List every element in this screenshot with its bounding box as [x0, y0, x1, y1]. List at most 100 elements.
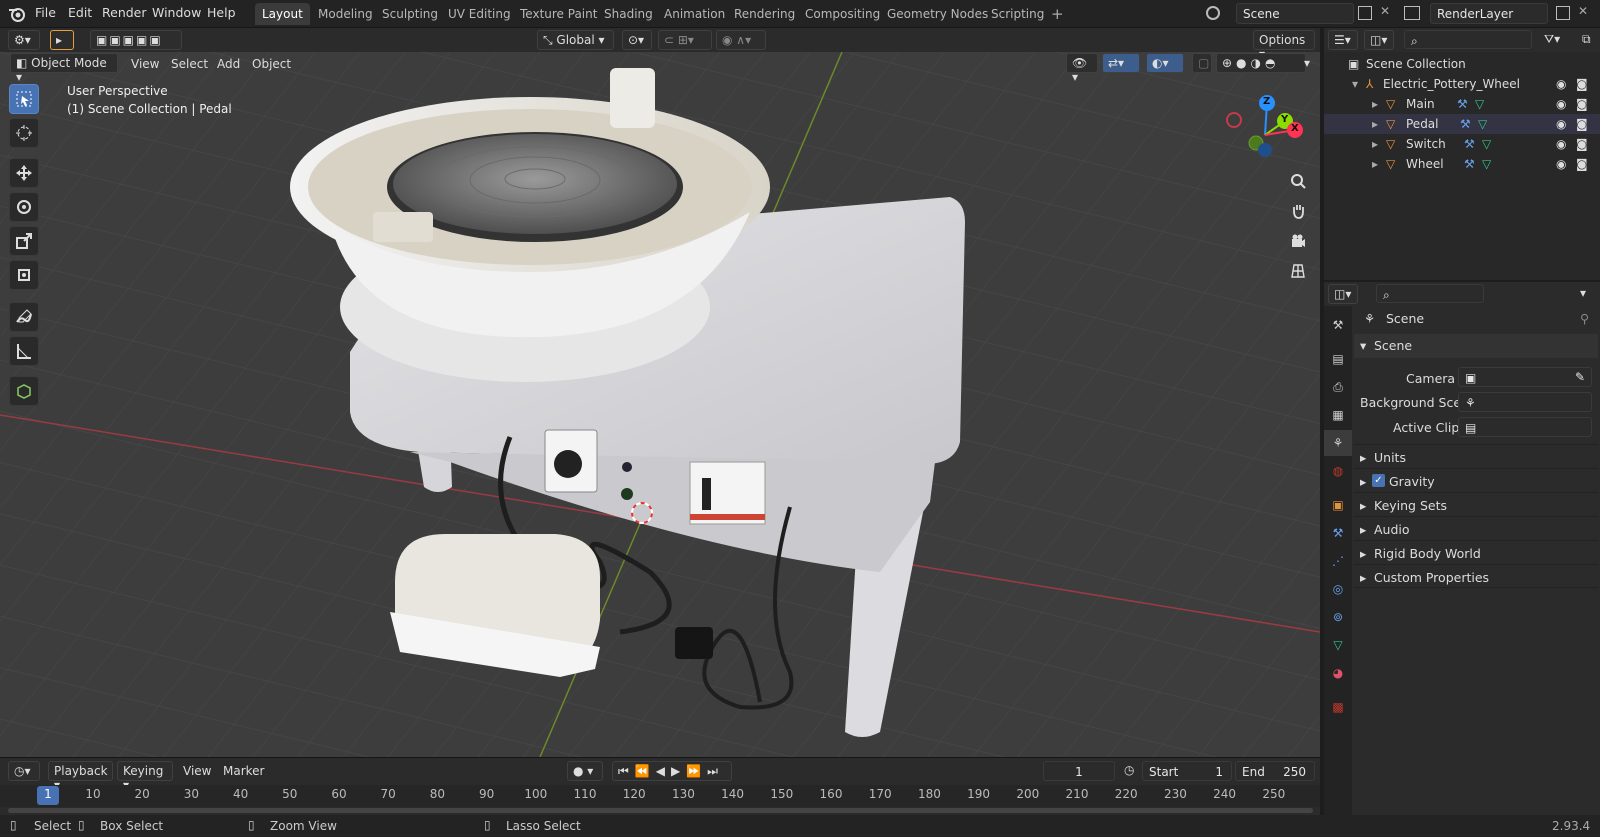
- marker-menu[interactable]: Marker: [223, 764, 264, 778]
- outliner-item-switch[interactable]: ▸ ▽ Switch ⚒ ▽ ◉ ◙: [1324, 134, 1600, 154]
- camera-icon[interactable]: ◙: [1576, 117, 1588, 131]
- tab-sculpting[interactable]: Sculpting: [375, 3, 445, 25]
- tool-tab-icon[interactable]: ⚒: [1324, 312, 1352, 338]
- scene-selector[interactable]: Scene: [1236, 3, 1354, 24]
- outliner-collection-row[interactable]: ▾ ⅄ Electric_Pottery_Wheel ◉ ◙: [1324, 74, 1600, 94]
- render-tab-icon[interactable]: ▤: [1324, 346, 1352, 372]
- expand-right-icon[interactable]: ▸: [1372, 157, 1378, 171]
- eyedropper-icon[interactable]: ✎: [1575, 370, 1585, 384]
- add-cube-tool-button[interactable]: [9, 376, 39, 406]
- move-tool-button[interactable]: [9, 158, 39, 188]
- editor-type-icon[interactable]: ⚙▾: [8, 30, 40, 50]
- new-collection-icon[interactable]: ⧉: [1582, 32, 1591, 47]
- playback-menu[interactable]: Playback ▾: [48, 761, 113, 792]
- expand-right-icon[interactable]: ▸: [1372, 97, 1378, 111]
- expand-right-icon[interactable]: ▸: [1372, 137, 1378, 151]
- timeline-scrollbar[interactable]: [8, 808, 1313, 813]
- world-tab-icon[interactable]: ◍: [1324, 458, 1352, 484]
- zoom-icon[interactable]: [1285, 168, 1311, 194]
- tab-modeling[interactable]: Modeling: [311, 3, 380, 25]
- eye-icon[interactable]: ◉: [1556, 157, 1566, 171]
- camera-view-icon[interactable]: [1285, 228, 1311, 254]
- options-dropdown[interactable]: Options ▾: [1253, 30, 1315, 61]
- menu-view[interactable]: View: [131, 57, 159, 71]
- camera-icon[interactable]: ◙: [1576, 157, 1588, 171]
- start-frame-field[interactable]: Start 1: [1142, 761, 1232, 781]
- scale-tool-button[interactable]: [9, 226, 39, 256]
- camera-icon[interactable]: ◙: [1576, 97, 1588, 111]
- physics-tab-icon[interactable]: ◎: [1324, 576, 1352, 602]
- tab-rendering[interactable]: Rendering: [727, 3, 802, 25]
- close-scene-icon[interactable]: ✕: [1380, 4, 1390, 18]
- navigation-gizmo[interactable]: Z Y X: [1220, 90, 1310, 180]
- camera-icon[interactable]: ◙: [1576, 77, 1588, 91]
- add-workspace-icon[interactable]: +: [1051, 5, 1064, 23]
- clock-icon[interactable]: ◷: [1124, 763, 1134, 777]
- end-frame-field[interactable]: End 250: [1235, 761, 1315, 781]
- units-panel[interactable]: ▸ Units: [1354, 444, 1598, 468]
- mode-dropdown[interactable]: ◧ Object Mode ▾: [10, 53, 118, 84]
- record-icon[interactable]: ● ▾: [567, 761, 603, 781]
- 3d-viewport[interactable]: User Perspective (1) Scene Collection | …: [0, 52, 1320, 757]
- tab-texture-paint[interactable]: Texture Paint: [513, 3, 604, 25]
- view-layer-icon[interactable]: [1404, 6, 1420, 20]
- camera-field[interactable]: ▣ ✎: [1458, 367, 1592, 387]
- filter-icon[interactable]: ⛛▾: [1544, 32, 1560, 47]
- gravity-panel[interactable]: ▸ ✓ Gravity: [1354, 468, 1598, 492]
- menu-select[interactable]: Select: [171, 57, 208, 71]
- copy-view-layer-icon[interactable]: [1556, 6, 1570, 20]
- object-tab-icon[interactable]: ▣: [1324, 492, 1352, 518]
- display-mode-icon[interactable]: ◫▾: [1364, 30, 1394, 50]
- scene-icon[interactable]: [1206, 6, 1220, 20]
- tab-uv-editing[interactable]: UV Editing: [441, 3, 518, 25]
- scene-panel-header[interactable]: ▾ Scene: [1354, 334, 1598, 358]
- camera-icon[interactable]: ◙: [1576, 137, 1588, 151]
- eye-icon[interactable]: ◉: [1556, 97, 1566, 111]
- eye-icon[interactable]: ◉: [1556, 117, 1566, 131]
- properties-editor-type-icon[interactable]: ◫▾: [1328, 284, 1358, 304]
- properties-options-icon[interactable]: ▾: [1580, 286, 1586, 300]
- selection-modes-icon[interactable]: ▣▣▣▣▣: [90, 30, 182, 50]
- pin-icon[interactable]: ⚲: [1580, 311, 1589, 326]
- outliner-item-main[interactable]: ▸ ▽ Main ⚒ ▽ ◉ ◙: [1324, 94, 1600, 114]
- blender-logo-icon[interactable]: [8, 5, 26, 23]
- outliner-item-wheel[interactable]: ▸ ▽ Wheel ⚒ ▽ ◉ ◙: [1324, 154, 1600, 174]
- current-frame-field[interactable]: 1: [1043, 761, 1115, 781]
- keying-sets-panel[interactable]: ▸ Keying Sets: [1354, 492, 1598, 516]
- material-tab-icon[interactable]: ◕: [1324, 660, 1352, 686]
- outliner-item-pedal[interactable]: ▸ ▽ Pedal ⚒ ▽ ◉ ◙: [1324, 114, 1600, 134]
- menu-file[interactable]: File: [35, 5, 56, 20]
- outliner-scene-collection[interactable]: ▣ Scene Collection: [1324, 54, 1600, 74]
- properties-search-input[interactable]: ⌕: [1376, 284, 1484, 303]
- proportional-editing-icon[interactable]: ◉ ∧▾: [716, 30, 766, 50]
- copy-scene-icon[interactable]: [1358, 6, 1372, 20]
- cursor-tool-button[interactable]: [9, 118, 39, 148]
- expand-right-icon[interactable]: ▸: [1372, 117, 1378, 131]
- outliner-search-input[interactable]: ⌕: [1404, 30, 1532, 49]
- view-layer-selector[interactable]: RenderLayer: [1430, 3, 1548, 24]
- playback-controls-icon[interactable]: ⏮⏪◀▶⏩⏭: [612, 761, 732, 781]
- eye-icon[interactable]: ◉: [1556, 137, 1566, 151]
- audio-panel[interactable]: ▸ Audio: [1354, 516, 1598, 540]
- data-tab-icon[interactable]: ▽: [1324, 632, 1352, 658]
- transform-orientation-dropdown[interactable]: ⤡ Global ▾: [537, 30, 614, 50]
- particles-tab-icon[interactable]: ⋰: [1324, 548, 1352, 574]
- active-clip-field[interactable]: ▤: [1458, 417, 1592, 437]
- pivot-point-icon[interactable]: ⊙▾: [622, 30, 652, 50]
- menu-edit[interactable]: Edit: [68, 5, 92, 20]
- rigid-body-world-panel[interactable]: ▸ Rigid Body World: [1354, 540, 1598, 564]
- tab-scripting[interactable]: Scripting: [984, 3, 1051, 25]
- texture-tab-icon[interactable]: ▩: [1324, 694, 1352, 720]
- perspective-grid-icon[interactable]: [1285, 258, 1311, 284]
- xray-icon[interactable]: ▢: [1192, 53, 1212, 73]
- transform-tool-button[interactable]: [9, 260, 39, 290]
- close-view-layer-icon[interactable]: ✕: [1578, 4, 1588, 18]
- outliner-editor-type-icon[interactable]: ☰▾: [1328, 30, 1358, 50]
- tab-animation[interactable]: Animation: [657, 3, 732, 25]
- select-mode-icon[interactable]: ▸: [50, 30, 74, 50]
- gizmo-toggle-icon[interactable]: ⇄▾: [1102, 53, 1140, 73]
- rotate-tool-button[interactable]: [9, 192, 39, 222]
- eye-icon[interactable]: ◉: [1556, 77, 1566, 91]
- modifiers-tab-icon[interactable]: ⚒: [1324, 520, 1352, 546]
- constraints-tab-icon[interactable]: ⊚: [1324, 604, 1352, 630]
